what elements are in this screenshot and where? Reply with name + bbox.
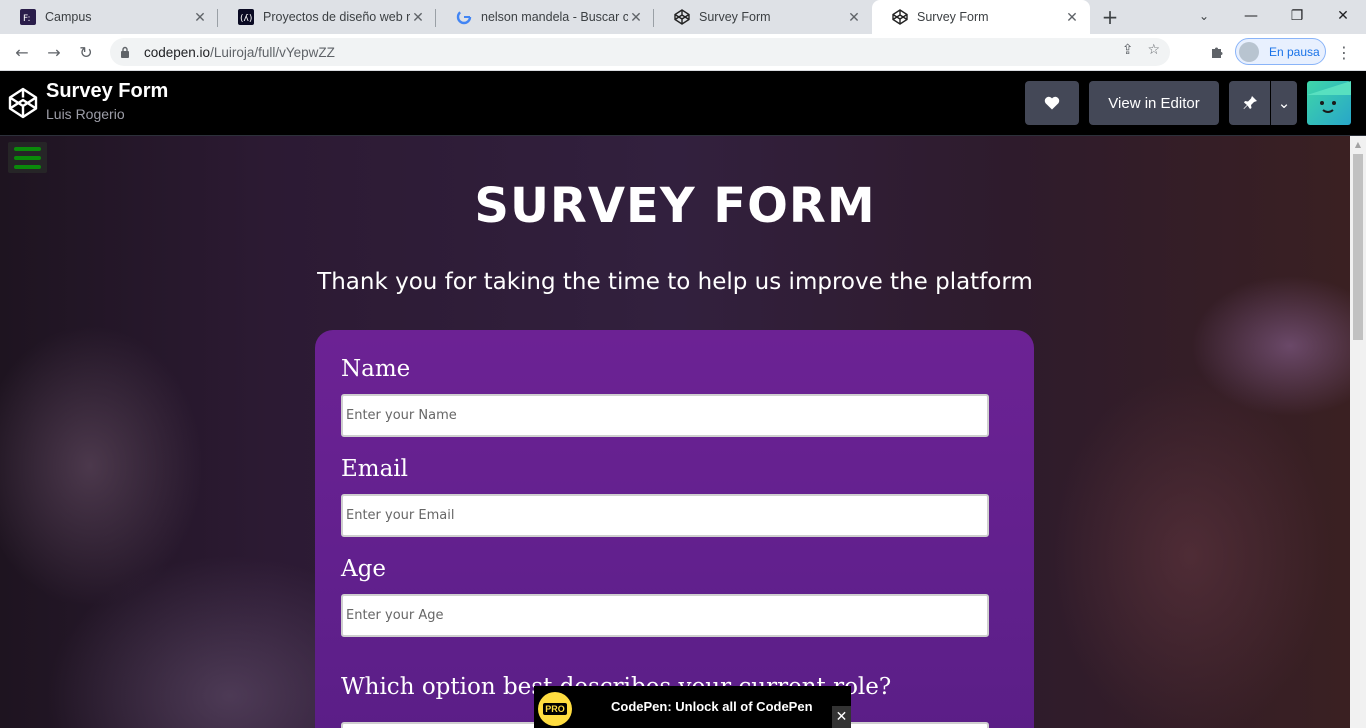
hamburger-menu-icon[interactable]	[8, 142, 47, 173]
tab-freecodecamp[interactable]: (ʎ) Proyectos de diseño web resp ✕	[218, 0, 436, 34]
scroll-up-arrow-icon[interactable]: ▲	[1350, 138, 1366, 150]
like-button[interactable]	[1025, 81, 1079, 125]
close-tab-icon[interactable]: ✕	[410, 9, 426, 25]
window-controls: — ❐ ✕	[1228, 0, 1366, 32]
age-input[interactable]	[341, 594, 989, 637]
tab-google-search[interactable]: nelson mandela - Buscar con ✕	[436, 0, 654, 34]
tab-survey-form-active[interactable]: Survey Form ✕	[872, 0, 1090, 34]
tab-campus[interactable]: F: Campus ✕	[0, 0, 218, 34]
view-in-editor-button[interactable]: View in Editor	[1089, 81, 1219, 125]
reload-icon[interactable]: ↻	[70, 36, 102, 68]
browser-menu-icon[interactable]: ⋮	[1336, 40, 1352, 64]
browser-toolbar: ← → ↻ codepen.io/Luiroja/full/vYepwZZ ⇪ …	[0, 34, 1366, 71]
age-label: Age	[341, 556, 386, 582]
share-icon[interactable]: ⇪	[1122, 42, 1134, 58]
google-icon	[456, 9, 472, 25]
svg-text:F:: F:	[23, 14, 31, 24]
lock-icon	[120, 45, 134, 59]
close-tab-icon[interactable]: ✕	[846, 9, 862, 25]
pin-menu-chevron-icon[interactable]: ⌄	[1271, 81, 1297, 125]
back-arrow-icon[interactable]: ←	[6, 36, 38, 68]
pro-badge-icon: PRO	[538, 692, 572, 726]
tab-survey-form-1[interactable]: Survey Form ✕	[654, 0, 872, 34]
tab-title: Proyectos de diseño web resp	[263, 10, 410, 24]
close-tab-icon[interactable]: ✕	[628, 9, 644, 25]
close-window-icon[interactable]: ✕	[1320, 0, 1366, 32]
codepen-header: Survey Form Luis Rogerio View in Editor …	[0, 71, 1366, 136]
profile-button[interactable]: En pausa	[1235, 38, 1326, 65]
browser-tab-strip: F: Campus ✕ (ʎ) Proyectos de diseño web …	[0, 0, 1366, 34]
svg-text:(ʎ): (ʎ)	[240, 14, 252, 24]
user-avatar[interactable]	[1307, 81, 1351, 125]
survey-page: SURVEY FORM Thank you for taking the tim…	[0, 136, 1350, 728]
tab-title: Survey Form	[917, 10, 989, 24]
email-label: Email	[341, 456, 409, 482]
forward-arrow-icon[interactable]: →	[38, 36, 70, 68]
tab-search-chevron-icon[interactable]: ⌄	[1190, 6, 1218, 26]
url-host: codepen.io	[144, 44, 211, 60]
url-path: /Luiroja/full/vYepwZZ	[210, 44, 335, 60]
codepen-icon	[674, 9, 690, 25]
close-tab-icon[interactable]: ✕	[192, 9, 208, 25]
profile-label: En pausa	[1269, 44, 1320, 59]
heart-icon	[1044, 96, 1060, 110]
close-tab-icon[interactable]: ✕	[1064, 9, 1080, 25]
bookmark-star-icon[interactable]: ☆	[1147, 42, 1160, 58]
restore-icon[interactable]: ❐	[1274, 0, 1320, 32]
page-scrollbar[interactable]: ▲	[1350, 136, 1366, 728]
address-bar[interactable]: codepen.io/Luiroja/full/vYepwZZ ⇪ ☆	[110, 38, 1170, 66]
survey-title: SURVEY FORM	[474, 178, 876, 234]
url-text: codepen.io/Luiroja/full/vYepwZZ	[144, 45, 335, 60]
pen-author[interactable]: Luis Rogerio	[46, 106, 125, 122]
minimize-icon[interactable]: —	[1228, 0, 1274, 32]
freecodecamp-icon: (ʎ)	[238, 9, 254, 25]
name-input[interactable]	[341, 394, 989, 437]
tab-title: Campus	[45, 10, 92, 24]
name-label: Name	[341, 356, 411, 382]
survey-description: Thank you for taking the time to help us…	[317, 269, 1033, 295]
scrollbar-thumb[interactable]	[1353, 154, 1363, 340]
codepen-logo-icon[interactable]	[8, 87, 38, 119]
codepen-pro-promo[interactable]: PRO CodePen: Unlock all of CodePen ✕	[534, 686, 851, 728]
pin-icon	[1243, 96, 1257, 109]
avatar	[1239, 41, 1259, 62]
extensions-puzzle-icon[interactable]	[1207, 40, 1227, 64]
pin-button[interactable]	[1229, 81, 1270, 125]
email-input[interactable]	[341, 494, 989, 537]
survey-form: Name Email Age Which option best describ…	[315, 330, 1034, 728]
promo-close-icon[interactable]: ✕	[832, 706, 851, 728]
new-tab-button[interactable]: +	[1090, 0, 1130, 34]
promo-text: CodePen: Unlock all of CodePen	[611, 699, 813, 714]
tab-title: Survey Form	[699, 10, 771, 24]
pen-title: Survey Form	[46, 80, 169, 102]
pro-badge-text: PRO	[543, 703, 567, 715]
campus-icon: F:	[20, 9, 36, 25]
tab-title: nelson mandela - Buscar con	[481, 10, 628, 24]
codepen-icon	[892, 9, 908, 25]
